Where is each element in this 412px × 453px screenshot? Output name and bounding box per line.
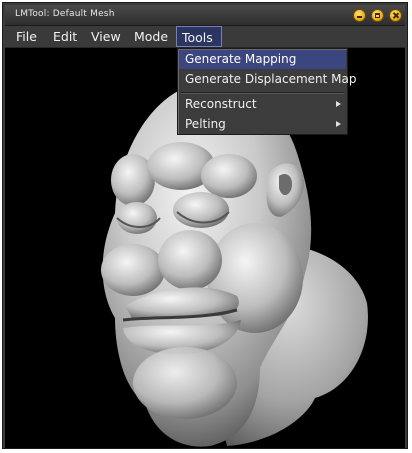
menu-view[interactable]: View [86,26,126,47]
menu-separator [181,92,344,94]
menu-bar: File Edit View Mode Tools [5,26,405,48]
menu-item-label: Pelting [185,117,226,131]
menu-tools[interactable]: Tools [176,26,222,47]
menu-item-generate-mapping[interactable]: Generate Mapping [179,50,346,69]
menu-mode[interactable]: Mode [129,26,173,47]
menu-file[interactable]: File [11,26,42,47]
title-bar[interactable]: LMTool: Default Mesh [5,5,405,26]
minimize-icon [357,13,362,18]
close-button[interactable] [389,9,402,22]
menu-item-reconstruct[interactable]: Reconstruct [179,95,346,114]
mesh-chin [133,347,237,419]
menu-item-pelting[interactable]: Pelting [179,115,346,134]
chevron-right-icon [336,121,341,127]
tools-dropdown-menu: Generate Mapping Generate Displacement M… [177,48,357,135]
mesh-nose [158,230,222,290]
minimize-button[interactable] [353,9,366,22]
maximize-icon [375,13,380,18]
menu-item-label: Reconstruct [185,97,257,111]
menu-edit[interactable]: Edit [48,26,82,47]
close-icon [393,13,398,18]
window-title: LMTool: Default Mesh [15,9,115,19]
chevron-right-icon [336,101,341,107]
app-window: LMTool: Default Mesh File Edit View Mode… [2,2,408,449]
menu-item-generate-displacement-map[interactable]: Generate Displacement Map [179,70,357,89]
maximize-button[interactable] [371,9,384,22]
